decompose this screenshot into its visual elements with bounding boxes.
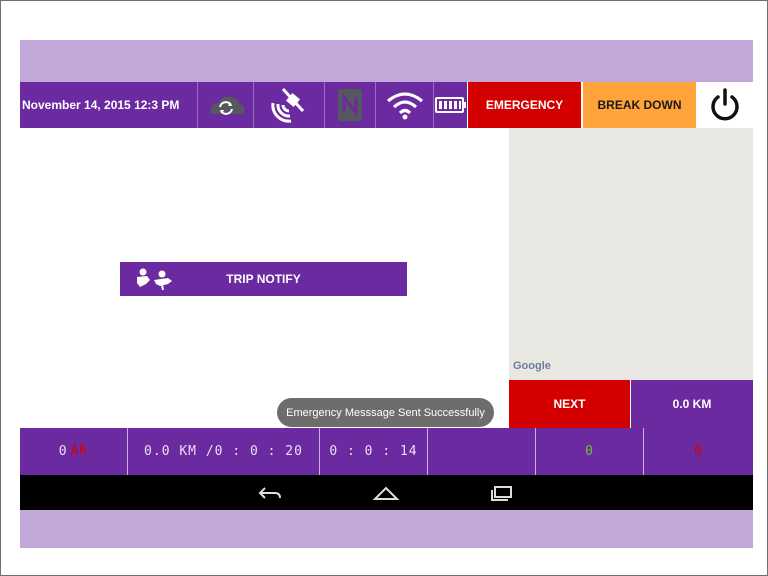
battery-indicator — [433, 82, 467, 128]
status-cell-fare: 0 AR — [20, 428, 128, 475]
datetime: November 14, 2015 12:3 PM — [20, 82, 197, 128]
toast-message: Emergency Messsage Sent Successfully — [277, 398, 494, 427]
recent-apps-icon — [491, 486, 512, 501]
status-cell-distance-time: 0.0 KM /0 : 0 : 20 — [128, 428, 320, 475]
top-lavender-band — [20, 40, 753, 82]
sync-button[interactable] — [197, 82, 253, 128]
status-bar: 0 AR 0.0 KM /0 : 0 : 20 0 : 0 : 14 0 0 — [20, 428, 753, 475]
battery-icon — [434, 97, 466, 113]
power-icon — [711, 88, 739, 121]
satellite-icon — [271, 87, 305, 123]
wifi-icon — [386, 92, 423, 120]
distance-display: 0.0 KM — [631, 380, 753, 428]
emergency-button[interactable]: EMERGENCY — [468, 82, 581, 128]
back-button[interactable] — [255, 482, 285, 504]
bottom-lavender-band — [20, 510, 753, 548]
nfc-icon — [338, 89, 362, 121]
map-attribution: Google — [513, 360, 551, 372]
status-cell-timer: 0 : 0 : 14 — [320, 428, 428, 475]
top-bar: November 14, 2015 12:3 PM EMERGENCY BREA… — [20, 82, 753, 128]
sync-icon — [210, 96, 244, 115]
navigation-bar — [20, 475, 753, 510]
breakdown-button[interactable]: BREAK DOWN — [583, 82, 696, 128]
home-icon — [372, 486, 400, 500]
next-button[interactable]: NEXT — [509, 380, 630, 428]
home-button[interactable] — [371, 482, 401, 504]
wifi-button[interactable] — [375, 82, 433, 128]
map-view[interactable]: Google — [509, 128, 753, 380]
status-cell-red-count: 0 — [644, 428, 753, 475]
gps-button[interactable] — [253, 82, 324, 128]
status-fare-unit: AR — [70, 444, 89, 459]
back-icon — [258, 487, 281, 499]
status-cell-green-count: 0 — [536, 428, 644, 475]
status-cell-empty — [428, 428, 536, 475]
recent-apps-button[interactable] — [487, 482, 517, 504]
trip-notify-button[interactable]: TRIP NOTIFY — [120, 262, 407, 296]
nfc-button[interactable] — [324, 82, 375, 128]
trip-notify-icon — [137, 268, 172, 290]
power-button[interactable] — [697, 82, 753, 128]
status-fare-value: 0 — [58, 444, 68, 459]
